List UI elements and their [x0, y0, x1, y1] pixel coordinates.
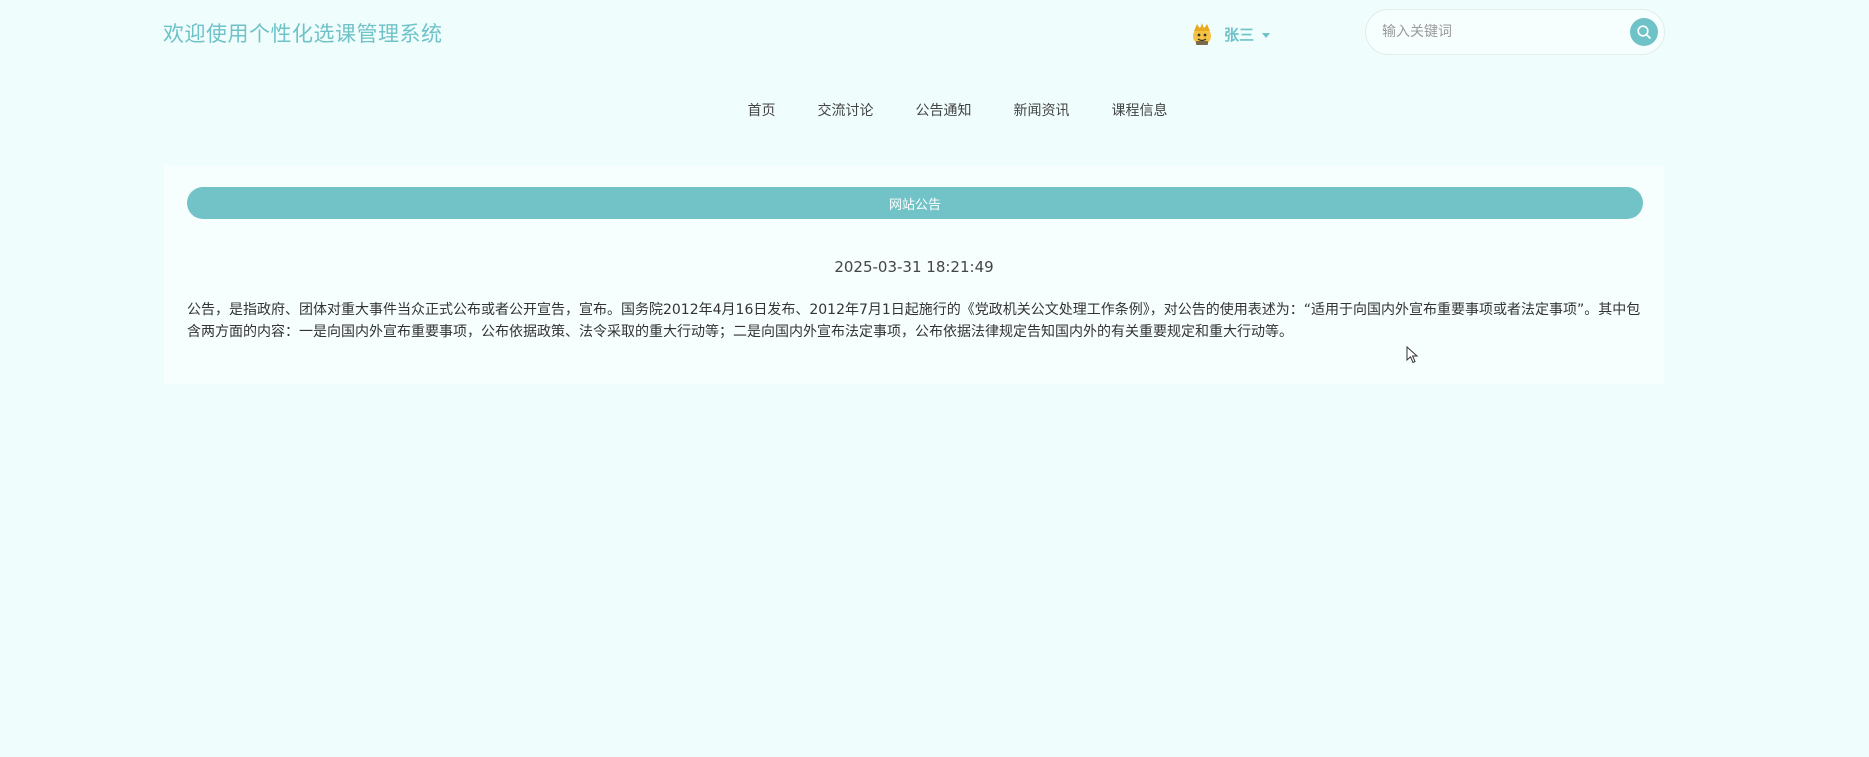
search-input[interactable]: [1380, 23, 1614, 41]
main-nav: 首页 交流讨论 公告通知 新闻资讯 课程信息: [0, 100, 1869, 120]
user-menu[interactable]: 张三: [1190, 20, 1271, 48]
user-name: 张三: [1224, 25, 1255, 44]
search-icon: [1637, 25, 1651, 39]
nav-item-discussion[interactable]: 交流讨论: [818, 100, 874, 120]
search-button[interactable]: [1630, 18, 1658, 46]
notice-header: 网站公告: [187, 187, 1643, 219]
nav-item-notices[interactable]: 公告通知: [916, 100, 972, 120]
notice-date: 2025-03-31 18:21:49: [834, 258, 994, 276]
nav-item-home[interactable]: 首页: [748, 100, 776, 120]
avatar: [1193, 23, 1211, 45]
site-title: 欢迎使用个性化选课管理系统: [163, 22, 443, 46]
nav-item-courses[interactable]: 课程信息: [1112, 100, 1168, 120]
mouse-cursor-icon: [1406, 346, 1419, 364]
notice-card: 网站公告 2025-03-31 18:21:49 公告，是指政府、团体对重大事件…: [164, 166, 1664, 384]
chevron-down-icon: [1262, 32, 1271, 38]
notice-content: 公告，是指政府、团体对重大事件当众正式公布或者公开宣告，宣布。国务院2012年4…: [187, 302, 1641, 340]
search-box: [1365, 9, 1665, 55]
top-bar: 欢迎使用个性化选课管理系统 张三: [0, 0, 1869, 66]
nav-item-news[interactable]: 新闻资讯: [1014, 100, 1070, 120]
